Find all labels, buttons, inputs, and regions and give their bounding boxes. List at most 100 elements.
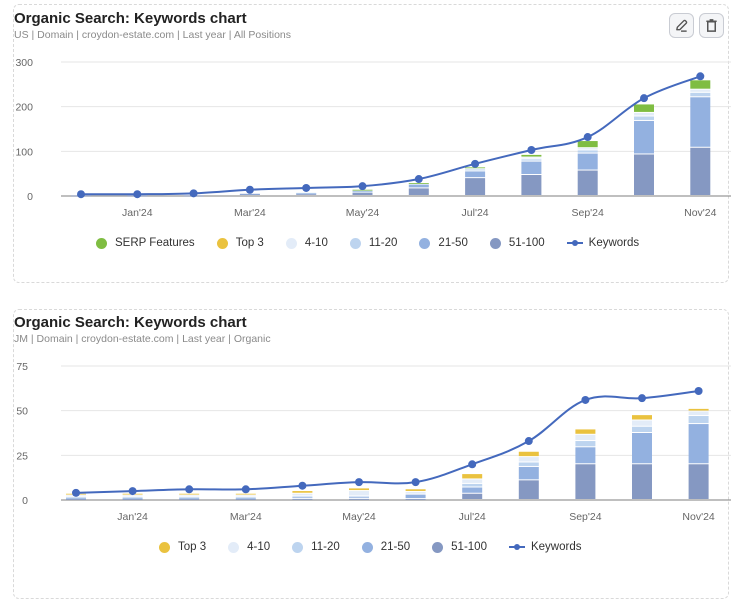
bar-stack[interactable] — [465, 167, 486, 195]
keywords-point[interactable] — [358, 182, 367, 191]
legend-label: SERP Features — [115, 237, 195, 249]
bar-segment-p51_100 — [462, 493, 483, 499]
y-tick-label: 0 — [22, 495, 28, 507]
bar-stack[interactable] — [292, 491, 313, 500]
bar-segment-p21_50 — [405, 494, 426, 499]
keywords-point[interactable] — [189, 189, 198, 198]
keywords-point[interactable] — [128, 487, 137, 496]
bar-stack[interactable] — [408, 183, 429, 195]
bar-segment-p11_20 — [465, 169, 486, 171]
keywords-point[interactable] — [72, 488, 80, 497]
bar-stack[interactable] — [521, 154, 542, 195]
bar-segment-p21_50 — [465, 171, 486, 178]
keywords-point[interactable] — [77, 190, 85, 199]
legend-label: 4-10 — [304, 237, 328, 249]
color-dot-icon — [361, 541, 373, 553]
bar-segment-serp — [521, 154, 542, 157]
bar-stack[interactable] — [688, 408, 709, 499]
x-tick-label: May'24 — [346, 207, 380, 219]
bar-segment-p21_50 — [292, 497, 313, 499]
y-tick-label: 25 — [16, 450, 28, 462]
bar-stack[interactable] — [518, 451, 539, 499]
y-tick-label: 300 — [15, 57, 33, 69]
legend-item-p51_100[interactable]: 51-100 — [432, 541, 487, 553]
bar-stack[interactable] — [179, 493, 200, 500]
keywords-point[interactable] — [581, 395, 590, 404]
keywords-point[interactable] — [414, 175, 423, 184]
bar-segment-p4_10 — [690, 89, 711, 92]
keywords-point[interactable] — [298, 481, 307, 490]
keywords-point[interactable] — [468, 460, 477, 469]
keywords-point[interactable] — [185, 485, 194, 494]
x-tick-label: Nov'24 — [682, 511, 715, 523]
bar-stack[interactable] — [577, 141, 598, 195]
keywords-line — [75, 390, 699, 494]
legend-item-keywords[interactable]: Keywords — [566, 237, 640, 249]
bar-segment-p51_100 — [292, 499, 313, 500]
bar-segment-p21_50 — [235, 498, 256, 500]
legend-item-p21_50[interactable]: 21-50 — [361, 541, 410, 553]
bar-stack[interactable] — [352, 189, 373, 195]
x-tick-label: Sep'24 — [569, 511, 602, 523]
legend-item-serp[interactable]: SERP Features — [96, 237, 195, 249]
bar-segment-p51_100 — [408, 188, 429, 195]
keywords-point[interactable] — [411, 478, 420, 487]
bar-stack[interactable] — [632, 415, 652, 499]
legend-item-top3[interactable]: Top 3 — [216, 237, 264, 249]
legend-item-keywords[interactable]: Keywords — [508, 541, 581, 553]
bar-segment-p11_20 — [235, 497, 256, 499]
keywords-point[interactable] — [133, 190, 142, 199]
keywords-point[interactable] — [355, 478, 363, 487]
keywords-line — [80, 75, 701, 196]
keywords-point[interactable] — [640, 94, 648, 103]
bar-stack[interactable] — [296, 192, 317, 196]
keywords-point[interactable] — [241, 485, 250, 494]
bar-segment-top3 — [349, 488, 369, 491]
bar-segment-p4_10 — [634, 112, 654, 116]
keywords-point[interactable] — [245, 185, 254, 194]
bar-segment-p11_20 — [690, 92, 711, 97]
line-marker-icon — [566, 239, 583, 246]
bar-segment-p4_10 — [292, 493, 313, 496]
keywords-point[interactable] — [527, 145, 536, 154]
legend-item-p51_100[interactable]: 51-100 — [489, 237, 545, 249]
legend-item-p11_20[interactable]: 11-20 — [292, 541, 340, 553]
bar-segment-p4_10 — [688, 411, 709, 416]
keywords-point[interactable] — [471, 159, 480, 168]
legend-item-p21_50[interactable]: 21-50 — [419, 237, 468, 249]
bar-stack[interactable] — [575, 429, 596, 499]
legend-item-p4_10[interactable]: 4-10 — [285, 237, 328, 249]
bar-segment-p4_10 — [462, 479, 483, 483]
y-tick-label: 50 — [16, 406, 28, 418]
bar-stack[interactable] — [239, 193, 260, 196]
keywords-point[interactable] — [694, 387, 703, 396]
color-dot-icon — [285, 237, 297, 249]
chart-legend: SERP Features Top 3 4-10 11-20 21-50 51-100 Ke… — [96, 237, 661, 249]
bar-segment-p51_100 — [688, 464, 709, 499]
bar-segment-p11_20 — [577, 150, 598, 153]
bar-stack[interactable] — [349, 488, 369, 500]
bar-stack[interactable] — [405, 489, 426, 500]
keywords-point[interactable] — [638, 394, 646, 403]
keywords-point[interactable] — [696, 72, 705, 81]
keywords-point[interactable] — [302, 183, 311, 192]
legend-item-p11_20[interactable]: 11-20 — [349, 237, 397, 249]
bar-stack[interactable] — [634, 104, 654, 195]
y-tick-label: 100 — [15, 146, 33, 158]
bar-segment-top3 — [179, 493, 200, 495]
bar-stack[interactable] — [235, 493, 256, 500]
bar-stack[interactable] — [462, 474, 483, 499]
color-dot-icon — [489, 237, 501, 249]
keywords-point[interactable] — [583, 133, 592, 142]
bar-segment-p4_10 — [518, 457, 539, 462]
bar-segment-p11_20 — [292, 496, 313, 498]
bar-segment-p21_50 — [577, 153, 598, 170]
keywords-point[interactable] — [524, 437, 533, 446]
bar-stack[interactable] — [690, 80, 711, 195]
legend-label: Keywords — [588, 237, 640, 249]
x-tick-label: Mar'24 — [230, 511, 262, 523]
bar-segment-p51_100 — [296, 194, 317, 196]
legend-item-top3[interactable]: Top 3 — [159, 541, 206, 553]
legend-item-p4_10[interactable]: 4-10 — [228, 541, 270, 553]
x-tick-label: Mar'24 — [234, 207, 266, 219]
